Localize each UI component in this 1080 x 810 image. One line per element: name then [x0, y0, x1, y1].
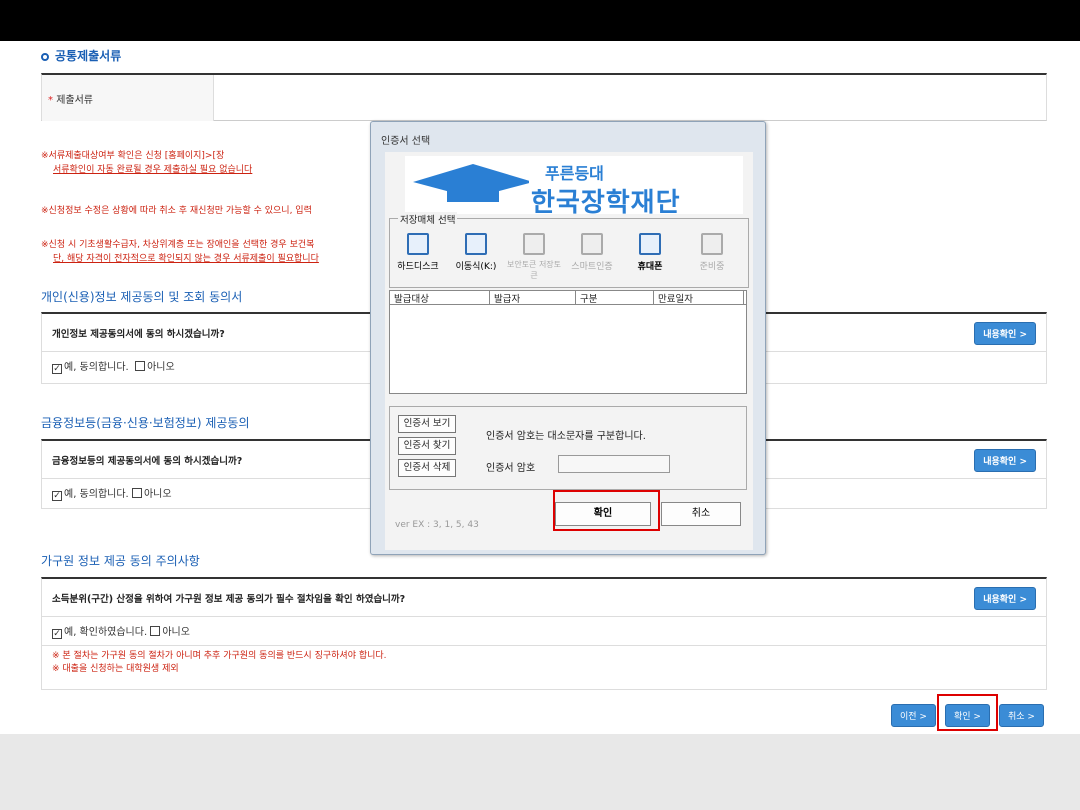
personal-view-button[interactable]: 내용확인 >: [974, 322, 1036, 345]
certificate-list[interactable]: 발급대상 발급자 구분 만료일자: [389, 290, 747, 394]
finance-no-label: 아니오: [143, 489, 172, 500]
note-1-tail: [홈페이지]>[장: [164, 151, 225, 161]
password-note: 인증서 암호는 대소문자를 구분합니다.: [486, 431, 646, 442]
media-removable[interactable]: 이동식(K:): [448, 233, 504, 272]
finance-no-checkbox[interactable]: [131, 488, 142, 498]
version-text: ver EX : 3, 1, 5, 43: [395, 520, 479, 530]
hard-disk-icon: [407, 233, 429, 255]
documents-table: * 제출서류: [41, 73, 1047, 121]
media-label: 이동식(K:): [455, 262, 497, 272]
household-yes-checkbox[interactable]: ✓: [52, 629, 62, 639]
household-no-label: 아니오: [162, 627, 190, 638]
circle-bullet-icon: [41, 52, 49, 61]
logo-big-text: 한국장학재단: [531, 188, 681, 218]
certificate-actions-panel: 인증서 보기 인증서 찾기 인증서 삭제 인증서 암호는 대소문자를 구분합니다…: [389, 406, 747, 490]
cancel-button[interactable]: 취소 >: [999, 704, 1044, 727]
note-1-line-1: ※서류제출대상여부 확인은 신청 [홈페이지]>[장: [41, 149, 371, 163]
media-label: 휴대폰: [637, 262, 663, 272]
column-header[interactable]: 발급자: [490, 291, 576, 305]
mobile-phone-icon: [639, 233, 661, 255]
column-header[interactable]: 구분: [576, 291, 654, 305]
media-label: 스마트인증: [571, 262, 613, 272]
household-question-text: 소득분위(구간) 산정을 위하여 가구원 정보 제공 동의가 필수 절차임을 확…: [52, 594, 406, 605]
section-title-common: 공통제출서류: [41, 47, 121, 64]
note-1: ※서류제출대상여부 확인은 신청 [홈페이지]>[장 서류확인이 자동 완료될 …: [41, 149, 371, 177]
certificate-list-header: 발급대상 발급자 구분 만료일자: [390, 291, 746, 305]
confirm-highlight-box: [937, 694, 998, 731]
storage-legend: 저장매체 선택: [398, 212, 458, 226]
storage-media-group: 저장매체 선택 하드디스크 이동식(K:) 보안토큰 저장토큰 스마트인증 휴대…: [389, 212, 749, 288]
column-header[interactable]: 발급대상: [390, 291, 490, 305]
column-header[interactable]: 만료일자: [654, 291, 744, 305]
household-box: 소득분위(구간) 산정을 위하여 가구원 정보 제공 동의가 필수 절차임을 확…: [41, 577, 1047, 690]
required-mark: *: [48, 95, 53, 106]
bottom-area: [0, 734, 1080, 810]
personal-no-label: 아니오: [147, 362, 175, 373]
media-smart-auth[interactable]: 스마트인증: [564, 233, 620, 272]
dialog-title: 인증서 선택: [381, 136, 431, 147]
section-title-text: 공통제출서류: [55, 49, 122, 63]
security-token-icon: [523, 233, 545, 255]
ok-highlight-box: [553, 490, 660, 531]
note-2-line-1: ※신청정보 수정은 상황에 따라 취소 후 재신청만 가능할 수 있으니, 입력: [41, 206, 312, 216]
documents-label-cell: * 제출서류: [42, 75, 214, 121]
view-certificate-button[interactable]: 인증서 보기: [398, 415, 456, 433]
password-label: 인증서 암호: [486, 463, 536, 474]
finance-view-button[interactable]: 내용확인 >: [974, 449, 1036, 472]
delete-certificate-button[interactable]: 인증서 삭제: [398, 459, 456, 477]
household-yes-label: 예, 확인하였습니다.: [64, 627, 148, 638]
kosaf-logo: 푸른등대 한국장학재단: [405, 156, 743, 218]
note-3-line-1: ※신청 시 기초생활수급자, 차상위계층 또는 장애인을 선택한 경우 보건복: [41, 240, 315, 250]
finance-yes-checkbox[interactable]: ✓: [52, 491, 62, 501]
note-1-line-2[interactable]: 서류확인이 자동 완료될 경우 제출하실 필요 없습니다: [53, 165, 252, 175]
media-preparing[interactable]: 준비중: [684, 233, 740, 272]
household-question: 소득분위(구간) 산정을 위하여 가구원 정보 제공 동의가 필수 절차임을 확…: [42, 579, 1046, 617]
household-title: 가구원 정보 제공 동의 주의사항: [41, 554, 200, 568]
household-warning-2: ※ 대출을 신청하는 대학원생 제외: [52, 664, 179, 674]
personal-yes-label: 예, 동의합니다.: [64, 362, 129, 373]
password-input[interactable]: [558, 455, 670, 473]
finance-question-text: 금융정보등의 제공동의서에 동의 하시겠습니까?: [52, 456, 243, 467]
household-answer: ✓ 예, 확인하였습니다. 아니오: [42, 617, 1046, 645]
personal-consent-title: 개인(신용)정보 제공동의 및 조회 동의서: [41, 290, 243, 304]
media-label: 보안토큰 저장토큰: [506, 260, 562, 280]
note-3-line-2[interactable]: 단, 해당 자격이 전자적으로 확인되지 않는 경우 서류제출이 필요합니다: [53, 254, 319, 264]
top-bar: [0, 0, 1080, 41]
graduation-cap-icon: [413, 164, 529, 202]
smart-auth-icon: [581, 233, 603, 255]
media-hard-disk[interactable]: 하드디스크: [390, 233, 446, 272]
find-certificate-button[interactable]: 인증서 찾기: [398, 437, 456, 455]
media-label: 하드디스크: [397, 262, 439, 272]
note-3: ※신청 시 기초생활수급자, 차상위계층 또는 장애인을 선택한 경우 보건복 …: [41, 238, 371, 266]
personal-no-checkbox[interactable]: [135, 361, 146, 371]
preparing-icon: [701, 233, 723, 255]
prev-button[interactable]: 이전 >: [891, 704, 936, 727]
household-view-button[interactable]: 내용확인 >: [974, 587, 1036, 610]
personal-yes-checkbox[interactable]: ✓: [52, 364, 62, 374]
household-no-checkbox[interactable]: [150, 626, 161, 636]
logo-small-text: 푸른등대: [545, 164, 604, 183]
household-warnings: ※ 본 절차는 가구원 동의 절차가 아니며 추후 가구원의 동의를 반드시 징…: [42, 645, 1046, 680]
household-warning-1: ※ 본 절차는 가구원 동의 절차가 아니며 추후 가구원의 동의를 반드시 징…: [52, 651, 387, 661]
media-label: 준비중: [699, 262, 725, 272]
finance-consent-title: 금융정보등(금융·신용·보험정보) 제공동의: [41, 416, 250, 430]
note-2: ※신청정보 수정은 상황에 따라 취소 후 재신청만 가능할 수 있으니, 입력: [41, 204, 371, 218]
media-mobile-phone[interactable]: 휴대폰: [622, 233, 678, 272]
media-security-token[interactable]: 보안토큰 저장토큰: [506, 233, 562, 281]
dialog-cancel-button[interactable]: 취소: [661, 502, 741, 526]
documents-label: 제출서류: [56, 95, 93, 106]
personal-question-text: 개인정보 제공동의서에 동의 하시겠습니까?: [52, 329, 225, 340]
removable-disk-icon: [465, 233, 487, 255]
note-1-text: ※서류제출대상여부 확인은 신청: [41, 151, 162, 161]
finance-yes-label: 예, 동의합니다.: [64, 489, 129, 500]
